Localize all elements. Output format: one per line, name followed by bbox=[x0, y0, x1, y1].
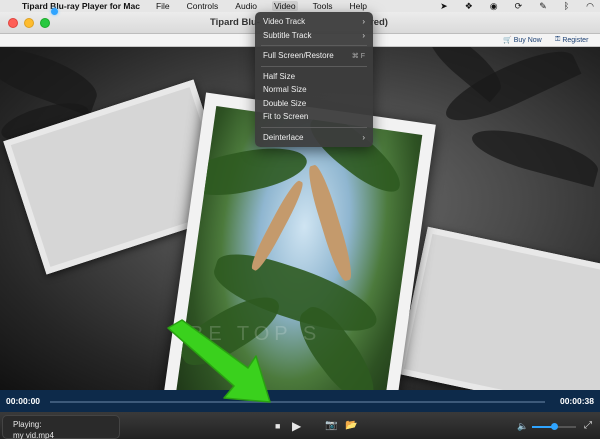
photo-frame-back bbox=[396, 226, 600, 390]
video-menu-dropdown: Video Track › Subtitle Track › Full Scre… bbox=[255, 12, 373, 147]
stop-icon[interactable]: ■ bbox=[275, 421, 280, 431]
menu-item-subtitle-track[interactable]: Subtitle Track › bbox=[255, 29, 373, 43]
seek-track[interactable] bbox=[50, 401, 545, 403]
palm-silhouette bbox=[467, 120, 600, 188]
circle-icon[interactable]: ◉ bbox=[490, 1, 498, 12]
menu-item-label: Double Size bbox=[263, 98, 307, 108]
menu-separator bbox=[261, 126, 367, 128]
menu-item-fit-to-screen[interactable]: Fit to Screen bbox=[255, 110, 373, 124]
dropbox-icon[interactable]: ❖ bbox=[465, 1, 473, 12]
buy-now-label: Buy Now bbox=[513, 36, 542, 44]
menu-item-label: Video Track bbox=[263, 17, 306, 27]
menu-help[interactable]: Help bbox=[347, 1, 368, 11]
register-link[interactable]: ⚿ Register bbox=[555, 36, 588, 44]
chevron-right-icon: › bbox=[362, 17, 365, 27]
menu-item-label: Normal Size bbox=[263, 85, 307, 95]
now-playing-label: Playing: bbox=[13, 420, 42, 429]
menu-audio[interactable]: Audio bbox=[233, 1, 259, 11]
progress-bar: 00:00:00 00:00:38 bbox=[0, 390, 600, 412]
wifi-icon[interactable]: ◠ bbox=[586, 1, 594, 12]
menu-item-label: Full Screen/Restore bbox=[263, 51, 334, 61]
camera-icon[interactable]: 📷 bbox=[325, 420, 337, 431]
palm-trunk bbox=[247, 178, 307, 274]
now-playing-panel: Playing: my vid.mp4 bbox=[2, 415, 120, 439]
now-playing-file: my vid.mp4 bbox=[13, 431, 54, 439]
traffic-lights bbox=[8, 18, 50, 28]
menu-item-label: Deinterlace bbox=[263, 132, 304, 142]
menu-item-full-screen[interactable]: Full Screen/Restore ⌘ F bbox=[255, 49, 373, 63]
close-window-button[interactable] bbox=[8, 18, 18, 28]
menu-item-video-track[interactable]: Video Track › bbox=[255, 15, 373, 29]
menu-item-label: Subtitle Track bbox=[263, 30, 312, 40]
register-label: Register bbox=[562, 36, 589, 44]
zoom-window-button[interactable] bbox=[40, 18, 50, 28]
volume-handle[interactable] bbox=[551, 423, 558, 430]
minimize-window-button[interactable] bbox=[24, 18, 34, 28]
menu-file[interactable]: File bbox=[154, 1, 172, 11]
chevron-right-icon: › bbox=[362, 30, 365, 40]
buy-now-link[interactable]: 🛒 Buy Now bbox=[503, 36, 542, 45]
annotation-arrow-icon bbox=[167, 319, 271, 403]
volume-icon[interactable]: 🔈 bbox=[517, 421, 528, 432]
menu-item-label: Half Size bbox=[263, 71, 296, 81]
feather-icon[interactable]: ✎ bbox=[539, 1, 547, 12]
play-icon[interactable]: ▶ bbox=[292, 419, 301, 433]
status-icons: ➤ ❖ ◉ ⟳ ✎ ᛒ ◠ bbox=[440, 0, 594, 12]
menu-controls[interactable]: Controls bbox=[185, 1, 221, 11]
menu-item-half-size[interactable]: Half Size bbox=[255, 70, 373, 84]
menu-item-label: Fit to Screen bbox=[263, 112, 309, 122]
shortcut-label: ⌘ F bbox=[351, 52, 365, 60]
menu-tools[interactable]: Tools bbox=[311, 1, 335, 11]
app-menu[interactable]: Tipard Blu-ray Player for Mac bbox=[22, 1, 140, 11]
cart-icon: 🛒 bbox=[503, 37, 512, 44]
palm-trunk bbox=[303, 162, 357, 284]
window-title: Tipard Blu- bbox=[210, 17, 260, 28]
menu-video[interactable]: Video bbox=[272, 1, 298, 11]
menu-item-deinterlace[interactable]: Deinterlace › bbox=[255, 131, 373, 145]
menu-separator bbox=[261, 65, 367, 67]
menu-separator bbox=[261, 45, 367, 46]
volume-fill bbox=[532, 426, 552, 428]
bluetooth-icon[interactable]: ᛒ bbox=[564, 1, 569, 11]
current-time: 00:00:00 bbox=[6, 396, 41, 406]
total-time: 00:00:38 bbox=[559, 396, 594, 406]
folder-icon[interactable]: 📂 bbox=[345, 420, 357, 431]
menu-bar: Tipard Blu-ray Player for Mac File Contr… bbox=[0, 0, 600, 12]
menu-item-double-size[interactable]: Double Size bbox=[255, 97, 373, 111]
seek-handle[interactable] bbox=[51, 8, 58, 15]
chevron-right-icon: › bbox=[362, 132, 365, 142]
location-icon[interactable]: ➤ bbox=[440, 1, 448, 12]
control-bar: Playing: my vid.mp4 ■ ▶ 📷 📂 🔈 ⤢ bbox=[0, 412, 600, 439]
fullscreen-icon[interactable]: ⤢ bbox=[584, 420, 592, 431]
key-icon: ⚿ bbox=[555, 36, 561, 43]
menu-item-normal-size[interactable]: Normal Size bbox=[255, 83, 373, 97]
sync-icon[interactable]: ⟳ bbox=[515, 1, 523, 12]
